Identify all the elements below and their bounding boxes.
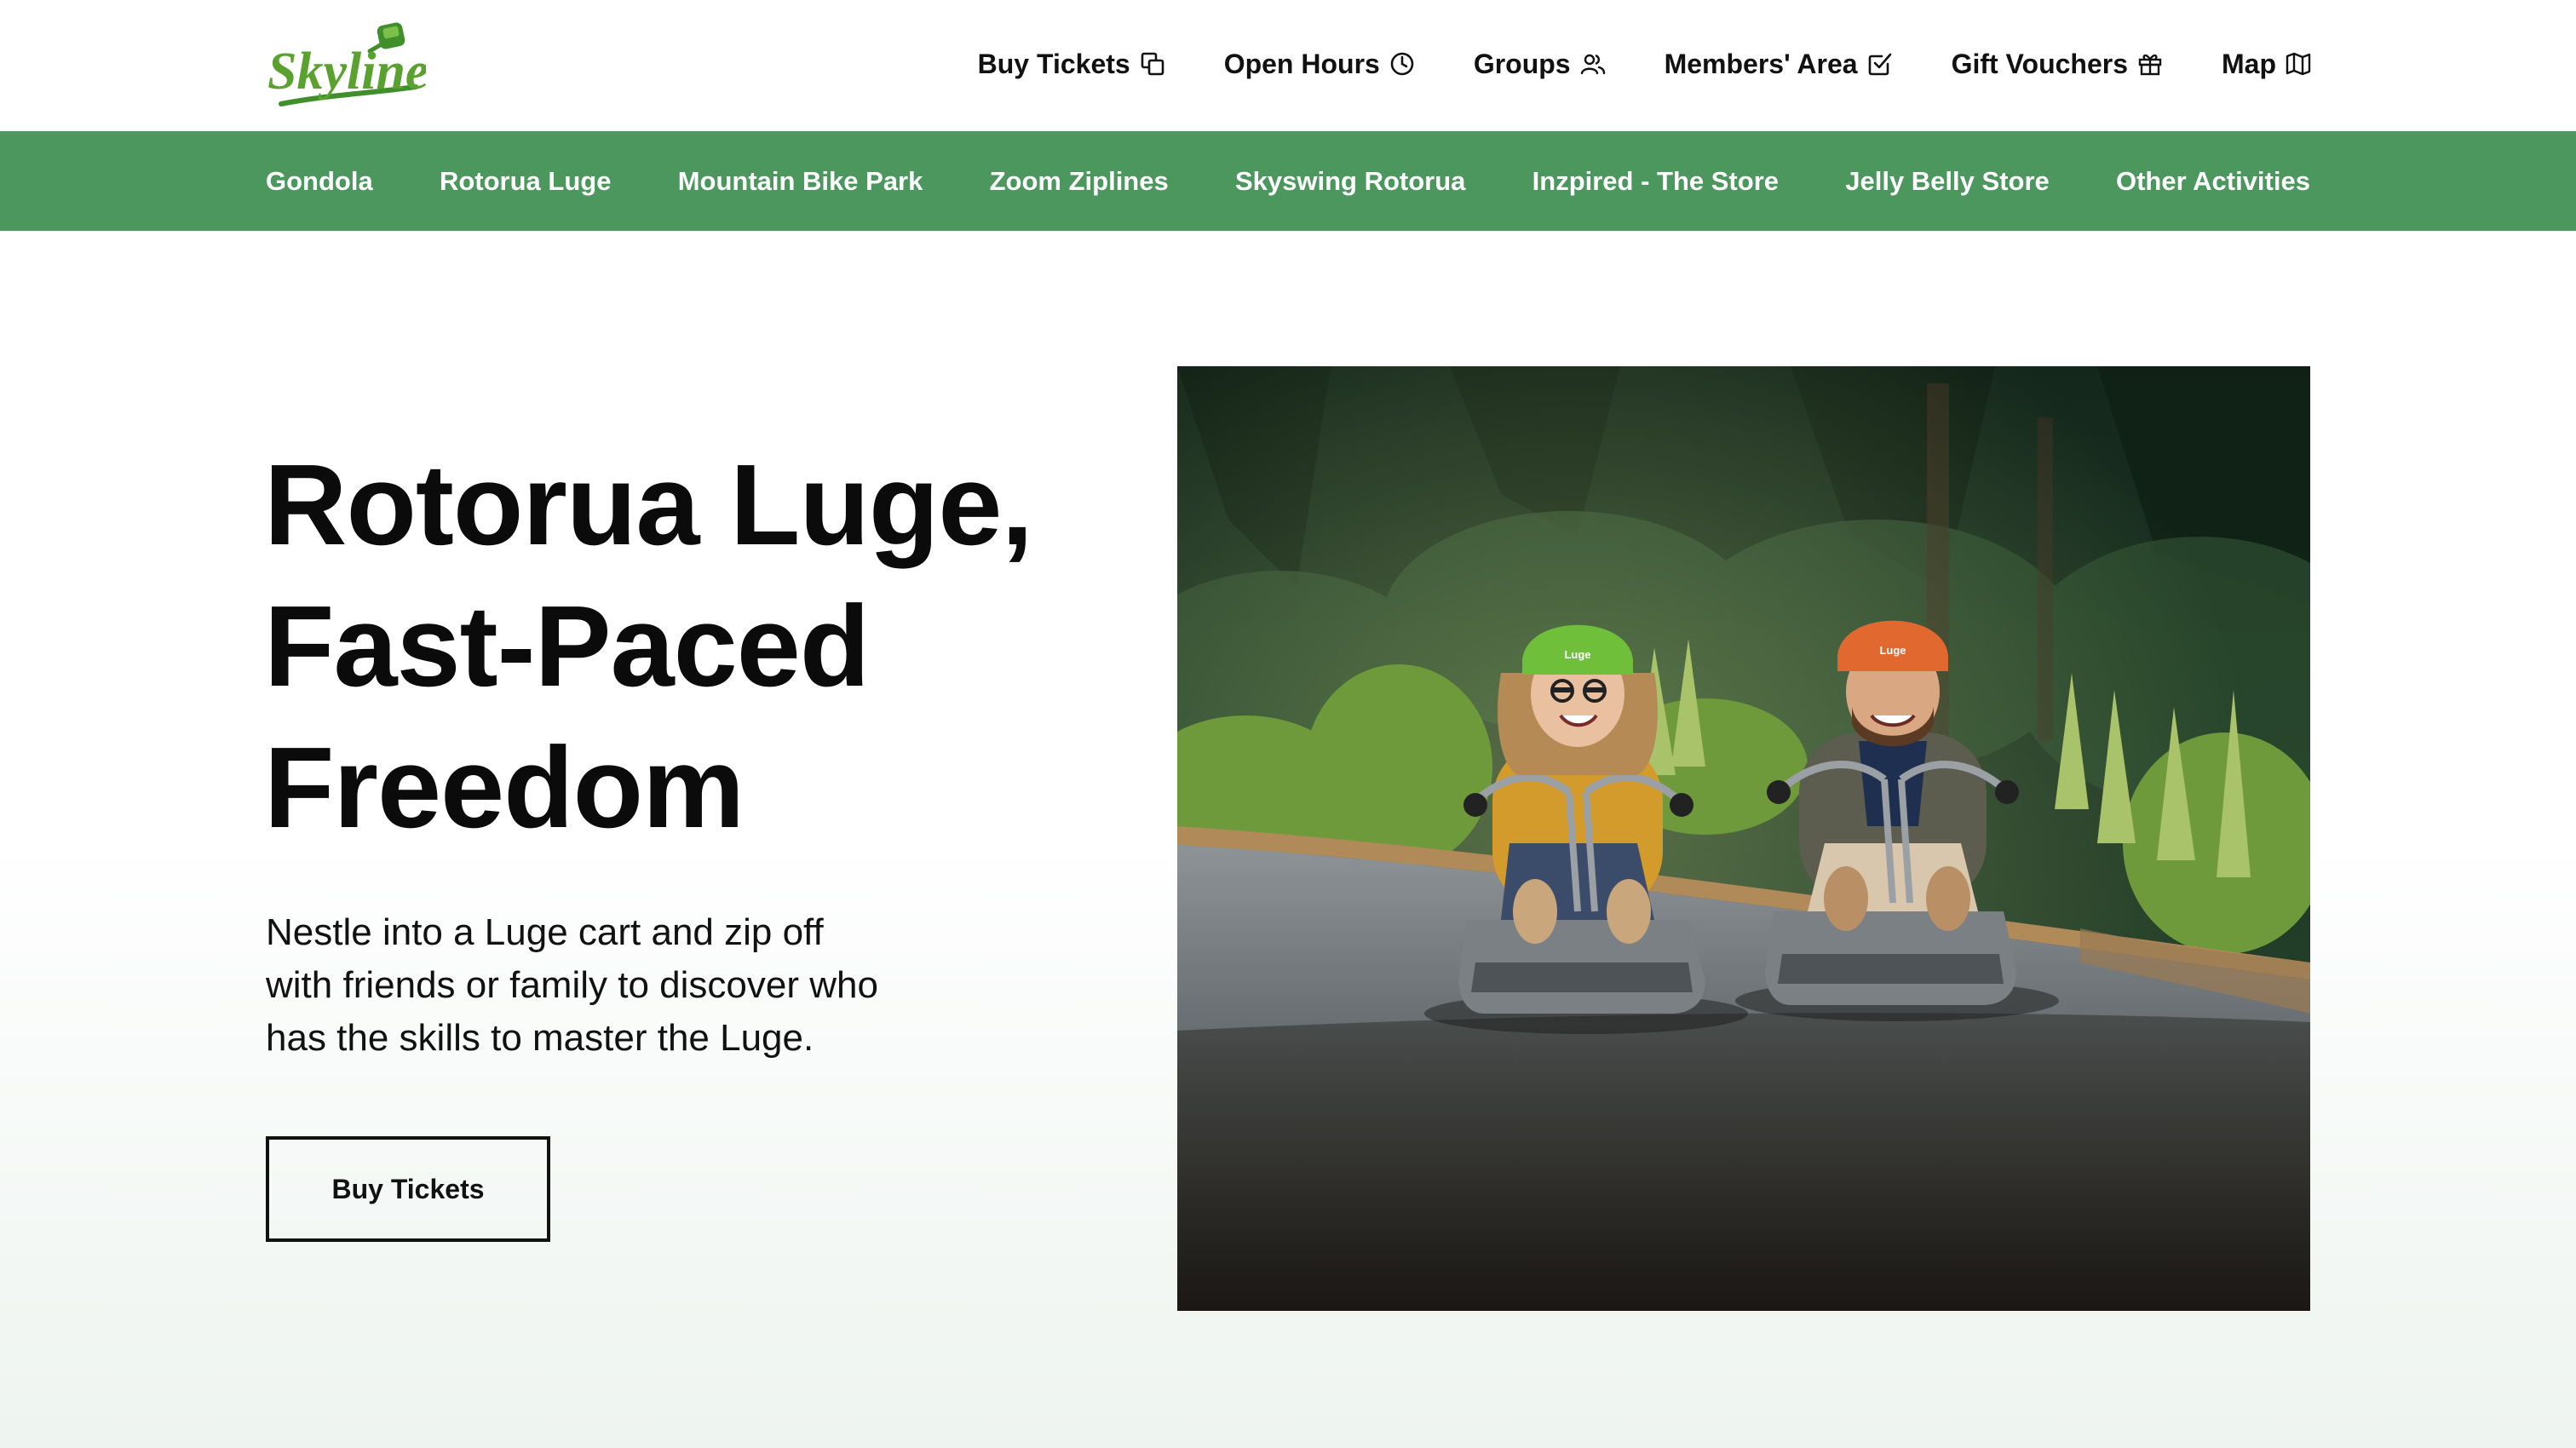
- utility-label-gift-vouchers: Gift Vouchers: [1951, 48, 2128, 79]
- nav-item-mountain-bike-park[interactable]: Mountain Bike Park: [678, 166, 923, 197]
- nav-item-other-activities[interactable]: Other Activities: [2116, 166, 2310, 197]
- nav-item-jelly-belly-store[interactable]: Jelly Belly Store: [1845, 166, 2050, 197]
- luge-riders-image: Luge Luge: [1177, 366, 2310, 1311]
- hero-photo: Luge Luge: [1177, 366, 2310, 1311]
- hero-description: Nestle into a Luge cart and zip off with…: [266, 906, 981, 1065]
- gift-icon: [2138, 54, 2162, 76]
- skyline-logo[interactable]: Skyline: [264, 15, 426, 116]
- page-title-line-2: Fast-Paced: [264, 582, 870, 710]
- nav-item-skyswing-rotorua[interactable]: Skyswing Rotorua: [1235, 166, 1465, 197]
- buy-tickets-button[interactable]: Buy Tickets: [266, 1136, 550, 1242]
- page-title-line-3: Freedom: [264, 723, 745, 852]
- map-icon: [2286, 52, 2311, 76]
- hero-description-line-3: has the skills to master the Luge.: [266, 1017, 814, 1059]
- svg-text:Skyline: Skyline: [267, 43, 426, 101]
- tickets-icon: [1141, 52, 1164, 76]
- checkbox-icon: [1868, 53, 1891, 76]
- utility-label-groups: Groups: [1473, 48, 1571, 79]
- nav-item-rotorua-luge[interactable]: Rotorua Luge: [440, 166, 612, 197]
- page-title-line-1: Rotorua Luge,: [264, 440, 1033, 569]
- clock-icon: [1390, 52, 1414, 76]
- utility-link-groups[interactable]: Groups: [1474, 49, 1607, 80]
- utility-link-gift-vouchers[interactable]: Gift Vouchers: [1952, 49, 2164, 80]
- top-header: Skyline Buy Tickets Open Hours Groups Me…: [0, 0, 2576, 131]
- utility-label-buy-tickets: Buy Tickets: [977, 48, 1130, 79]
- utility-link-members-area[interactable]: Members' Area: [1665, 49, 1894, 80]
- utility-link-buy-tickets[interactable]: Buy Tickets: [978, 49, 1166, 80]
- page-title: Rotorua Luge, Fast-Paced Freedom: [264, 434, 1116, 859]
- svg-text:Luge: Luge: [1564, 648, 1590, 661]
- hero-description-line-1: Nestle into a Luge cart and zip off: [266, 911, 824, 953]
- nav-item-gondola[interactable]: Gondola: [266, 166, 373, 197]
- main-nav-items: Gondola Rotorua Luge Mountain Bike Park …: [266, 131, 2310, 231]
- hero-description-line-2: with friends or family to discover who: [266, 964, 878, 1006]
- utility-label-map: Map: [2222, 48, 2276, 79]
- nav-item-inzpired-store[interactable]: Inzpired - The Store: [1532, 166, 1779, 197]
- svg-text:Luge: Luge: [1879, 644, 1906, 657]
- utility-link-open-hours[interactable]: Open Hours: [1224, 49, 1416, 80]
- utility-nav: Buy Tickets Open Hours Groups Members' A…: [978, 0, 2312, 128]
- users-icon: [1580, 54, 1605, 75]
- main-nav: Gondola Rotorua Luge Mountain Bike Park …: [0, 131, 2576, 231]
- page: Skyline Buy Tickets Open Hours Groups Me…: [0, 0, 2576, 1448]
- nav-item-zoom-ziplines[interactable]: Zoom Ziplines: [990, 166, 1169, 197]
- utility-label-open-hours: Open Hours: [1223, 48, 1380, 79]
- utility-link-map[interactable]: Map: [2222, 49, 2312, 80]
- utility-label-members-area: Members' Area: [1664, 48, 1858, 79]
